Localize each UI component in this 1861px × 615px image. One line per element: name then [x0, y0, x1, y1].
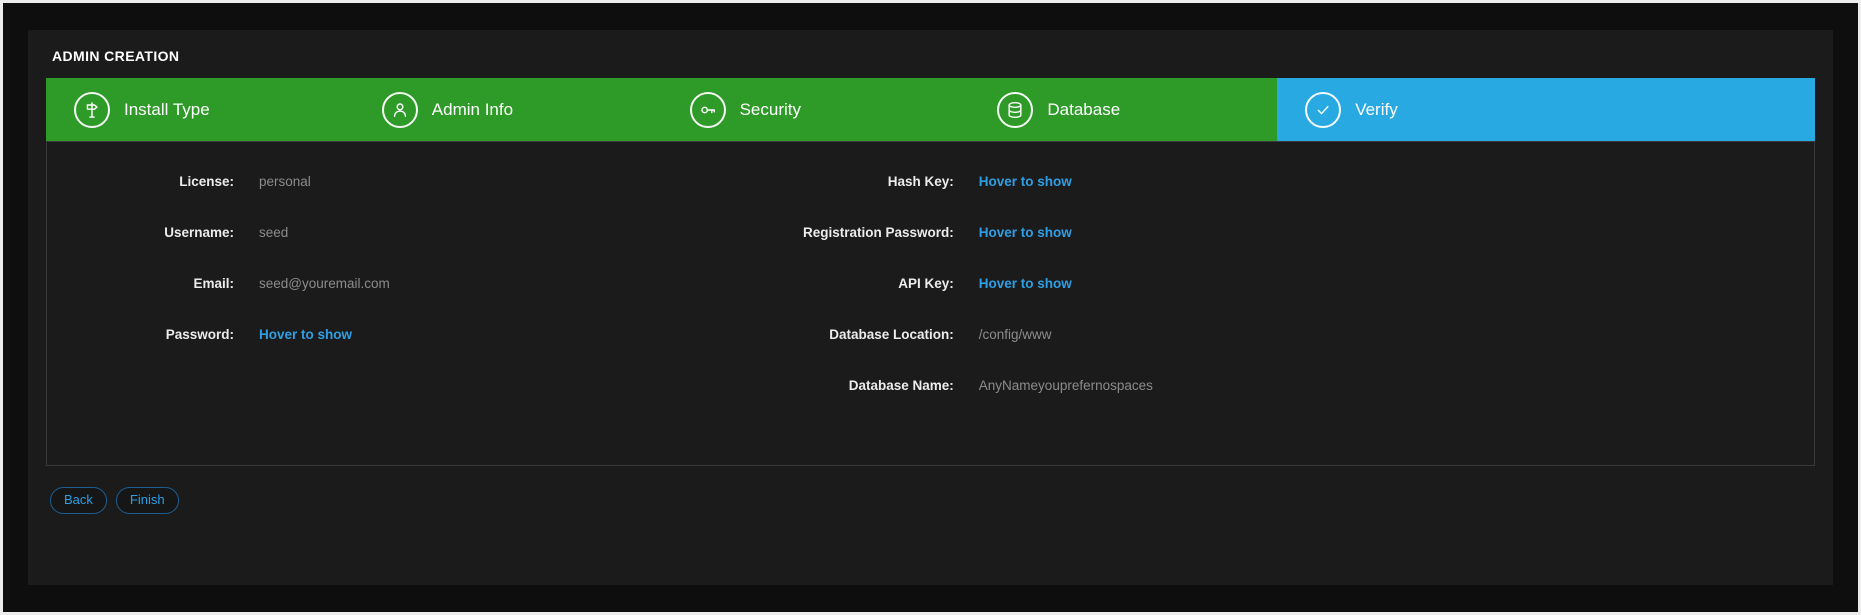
field-value: personal [259, 174, 311, 189]
field-label: Registration Password: [701, 225, 954, 240]
field-label: Database Location: [701, 327, 954, 342]
summary-row: Database Name: AnyNameyouprefernospaces [701, 378, 1814, 429]
summary-row: License: personal [47, 174, 701, 225]
step-label: Admin Info [432, 100, 513, 120]
field-value: /config/www [979, 327, 1052, 342]
summary-row: Email: seed@youremail.com [47, 276, 701, 327]
database-icon [997, 92, 1033, 128]
field-label: Email: [47, 276, 234, 291]
step-security[interactable]: Security [662, 78, 970, 141]
field-label: Password: [47, 327, 234, 342]
summary-content: License: personal Username: seed Email: seed@… [46, 141, 1815, 466]
app-window: ADMIN CREATION Install Type Admin Info Sec… [0, 0, 1861, 615]
summary-row: Hash Key: Hover to show [701, 174, 1814, 225]
step-label: Database [1047, 100, 1120, 120]
hover-to-show-link[interactable]: Hover to show [979, 174, 1072, 189]
summary-row: Database Location: /config/www [701, 327, 1814, 378]
step-label: Verify [1355, 100, 1398, 120]
field-label: Username: [47, 225, 234, 240]
finish-button[interactable]: Finish [116, 487, 179, 514]
key-icon [690, 92, 726, 128]
field-label: API Key: [701, 276, 954, 291]
step-label: Install Type [124, 100, 210, 120]
field-label: Hash Key: [701, 174, 954, 189]
summary-left-column: License: personal Username: seed Email: seed@… [47, 174, 701, 378]
field-label: Database Name: [701, 378, 954, 393]
back-button[interactable]: Back [50, 487, 107, 514]
step-label: Security [740, 100, 801, 120]
field-value: seed [259, 225, 288, 240]
summary-row: API Key: Hover to show [701, 276, 1814, 327]
field-value: AnyNameyouprefernospaces [979, 378, 1153, 393]
footer-actions: Back Finish [46, 487, 1815, 514]
summary-row: Registration Password: Hover to show [701, 225, 1814, 276]
signpost-icon [74, 92, 110, 128]
step-database[interactable]: Database [969, 78, 1277, 141]
field-value: seed@youremail.com [259, 276, 390, 291]
step-verify[interactable]: Verify [1277, 78, 1815, 141]
wizard-stepper: Install Type Admin Info Security Database Ve… [46, 78, 1815, 141]
step-install-type[interactable]: Install Type [46, 78, 354, 141]
admin-creation-panel: ADMIN CREATION Install Type Admin Info Sec… [28, 30, 1833, 585]
user-icon [382, 92, 418, 128]
step-admin-info[interactable]: Admin Info [354, 78, 662, 141]
hover-to-show-link[interactable]: Hover to show [259, 327, 352, 342]
summary-right-column: Hash Key:Hover to showRegistration Passw… [701, 174, 1814, 429]
check-icon [1305, 92, 1341, 128]
summary-row: Username: seed [47, 225, 701, 276]
field-label: License: [47, 174, 234, 189]
summary-row: Password: Hover to show [47, 327, 701, 378]
page-title: ADMIN CREATION [46, 44, 1815, 78]
hover-to-show-link[interactable]: Hover to show [979, 276, 1072, 291]
hover-to-show-link[interactable]: Hover to show [979, 225, 1072, 240]
